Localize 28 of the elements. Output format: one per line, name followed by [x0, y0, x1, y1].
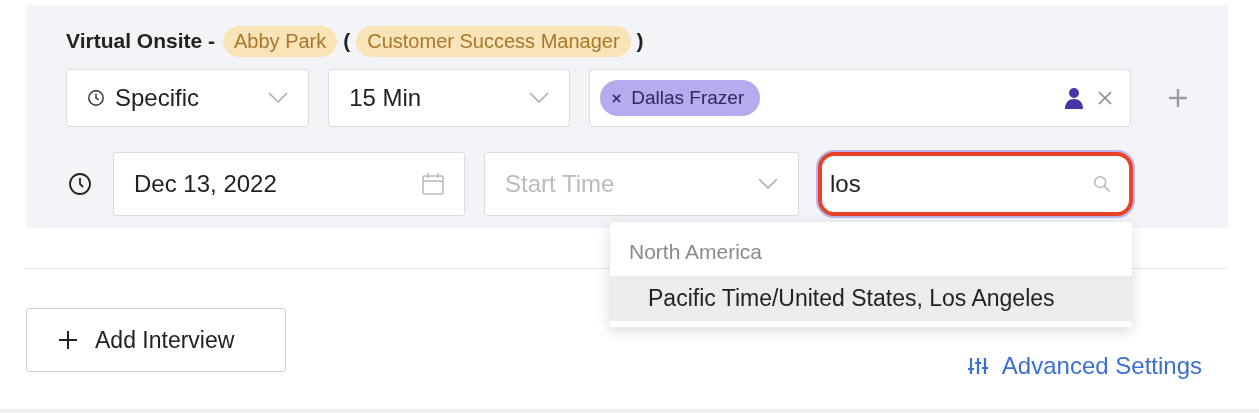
paren: ) — [636, 29, 644, 53]
sliders-icon — [967, 356, 988, 376]
paren: ( — [343, 29, 351, 53]
timezone-search-field[interactable]: los — [818, 152, 1133, 216]
calendar-icon — [422, 173, 444, 195]
advanced-settings-link[interactable]: Advanced Settings — [967, 352, 1202, 380]
search-icon — [1093, 175, 1111, 193]
interviewer-chip[interactable]: Dallas Frazer — [600, 80, 761, 116]
interviewer-field[interactable]: Dallas Frazer — [589, 69, 1132, 127]
timezone-option[interactable]: Pacific Time/United States, Los Angeles — [610, 276, 1132, 321]
interview-title: Virtual Onsite - — [66, 29, 215, 53]
person-icon — [1064, 87, 1085, 109]
clear-icon[interactable] — [1098, 91, 1113, 105]
clock-icon — [68, 172, 92, 196]
date-field[interactable]: Dec 13, 2022 — [113, 152, 465, 216]
plus-icon — [59, 331, 77, 349]
remove-icon[interactable] — [612, 93, 622, 103]
add-interview-button[interactable]: Add Interview — [26, 308, 286, 372]
chevron-down-icon — [529, 92, 550, 104]
clock-icon — [87, 89, 105, 107]
schedule-type-select[interactable]: Specific — [66, 69, 310, 127]
add-icon[interactable] — [1168, 88, 1188, 108]
chevron-down-icon — [758, 178, 778, 190]
chevron-down-icon — [268, 92, 289, 104]
group-label: North America — [628, 239, 764, 265]
role-tag: Customer Success Manager — [356, 25, 631, 57]
duration-select[interactable]: 15 Min — [328, 69, 571, 127]
candidate-tag: Abby Park — [223, 25, 338, 57]
